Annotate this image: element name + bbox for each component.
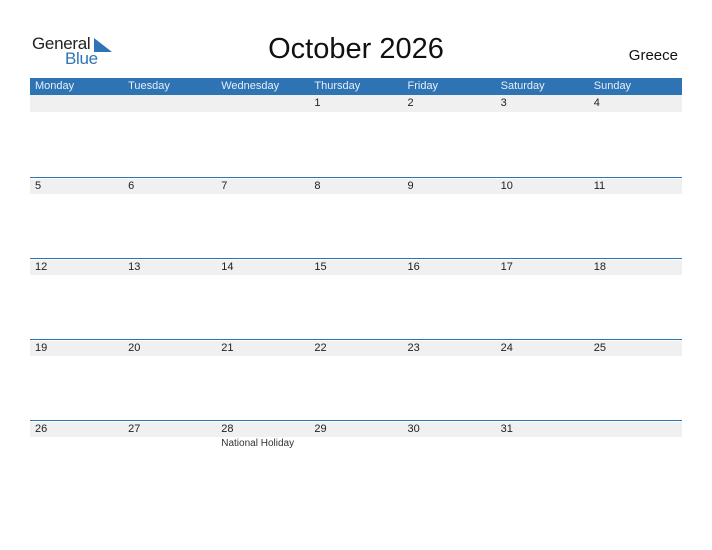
day-cell: 8 — [309, 177, 402, 258]
day-number: 25 — [593, 342, 606, 354]
day-number: 30 — [407, 423, 420, 435]
holiday-event: National Holiday — [221, 438, 295, 449]
day-cell: 24 — [496, 339, 589, 420]
day-cell: 5 — [30, 177, 123, 258]
day-number: 23 — [407, 342, 420, 354]
day-cell: 29 — [309, 420, 402, 501]
day-cell: 26 — [30, 420, 123, 501]
day-cell: 9 — [403, 177, 496, 258]
day-cell: 27 — [123, 420, 216, 501]
day-cell: 10 — [496, 177, 589, 258]
day-cell: 3 — [496, 95, 589, 176]
week-cells: 19 20 21 22 23 24 25 — [30, 339, 682, 420]
day-cell: 7 — [216, 177, 309, 258]
week-cells: 5 6 7 8 9 10 11 — [30, 177, 682, 258]
day-number: 12 — [35, 261, 48, 273]
day-cell: 4 — [589, 95, 682, 176]
day-number: 6 — [128, 180, 135, 192]
day-cell: 14 — [216, 258, 309, 339]
day-cell: 28 National Holiday — [216, 420, 309, 501]
day-cell: 20 — [123, 339, 216, 420]
day-cell: 31 — [496, 420, 589, 501]
week-row: 5 6 7 8 9 10 11 — [30, 177, 682, 258]
day-number: 3 — [500, 97, 507, 109]
calendar-title: October 2026 — [268, 33, 444, 65]
day-cell — [216, 95, 309, 176]
day-number: 2 — [407, 97, 414, 109]
weekday-saturday: Saturday — [500, 80, 545, 92]
day-number: 22 — [314, 342, 327, 354]
day-cell — [589, 420, 682, 501]
day-number: 26 — [35, 423, 48, 435]
day-cell: 1 — [309, 95, 402, 176]
weekday-wednesday: Wednesday — [221, 80, 280, 92]
day-cell: 13 — [123, 258, 216, 339]
week-row: 12 13 14 15 16 17 18 — [30, 258, 682, 339]
day-cell — [123, 95, 216, 176]
day-number: 20 — [128, 342, 141, 354]
week-cells: 12 13 14 15 16 17 18 — [30, 258, 682, 339]
day-number: 21 — [221, 342, 234, 354]
day-cell: 22 — [309, 339, 402, 420]
day-number: 18 — [593, 261, 606, 273]
country-label: Greece — [628, 47, 678, 64]
day-cell: 16 — [403, 258, 496, 339]
weekday-thursday: Thursday — [314, 80, 361, 92]
week-row: 19 20 21 22 23 24 25 — [30, 339, 682, 420]
day-cell: 23 — [403, 339, 496, 420]
week-cells: 26 27 28 National Holiday 29 30 31 — [30, 420, 682, 501]
day-number: 29 — [314, 423, 327, 435]
day-number: 14 — [221, 261, 234, 273]
day-number: 10 — [500, 180, 513, 192]
day-number: 13 — [128, 261, 141, 273]
day-number: 19 — [35, 342, 48, 354]
day-number: 27 — [128, 423, 141, 435]
weekday-monday: Monday — [35, 80, 75, 92]
day-cell: 15 — [309, 258, 402, 339]
day-cell: 25 — [589, 339, 682, 420]
day-cell: 12 — [30, 258, 123, 339]
day-number: 16 — [407, 261, 420, 273]
day-number: 7 — [221, 180, 228, 192]
day-number: 17 — [500, 261, 513, 273]
day-number: 1 — [314, 97, 321, 109]
week-row: 1 2 3 4 — [30, 95, 682, 176]
day-number: 15 — [314, 261, 327, 273]
day-cell: 11 — [589, 177, 682, 258]
weekday-tuesday: Tuesday — [128, 80, 170, 92]
day-number: 28 — [221, 423, 234, 435]
day-number: 24 — [500, 342, 513, 354]
weekday-sunday: Sunday — [593, 80, 632, 92]
week-row: 26 27 28 National Holiday 29 30 31 — [30, 420, 682, 501]
day-number: 4 — [593, 97, 600, 109]
day-cell: 6 — [123, 177, 216, 258]
day-cell: 19 — [30, 339, 123, 420]
day-number: 8 — [314, 180, 321, 192]
day-cell: 30 — [403, 420, 496, 501]
day-cell: 2 — [403, 95, 496, 176]
week-cells: 1 2 3 4 — [30, 95, 682, 176]
day-cell: 21 — [216, 339, 309, 420]
day-number: 9 — [407, 180, 414, 192]
day-cell: 18 — [589, 258, 682, 339]
weekday-header: Monday Tuesday Wednesday Thursday Friday… — [30, 78, 682, 95]
day-cell — [30, 95, 123, 176]
day-number: 31 — [500, 423, 513, 435]
weekday-friday: Friday — [407, 80, 439, 92]
day-cell: 17 — [496, 258, 589, 339]
day-number: 5 — [35, 180, 42, 192]
day-number: 11 — [593, 180, 606, 192]
